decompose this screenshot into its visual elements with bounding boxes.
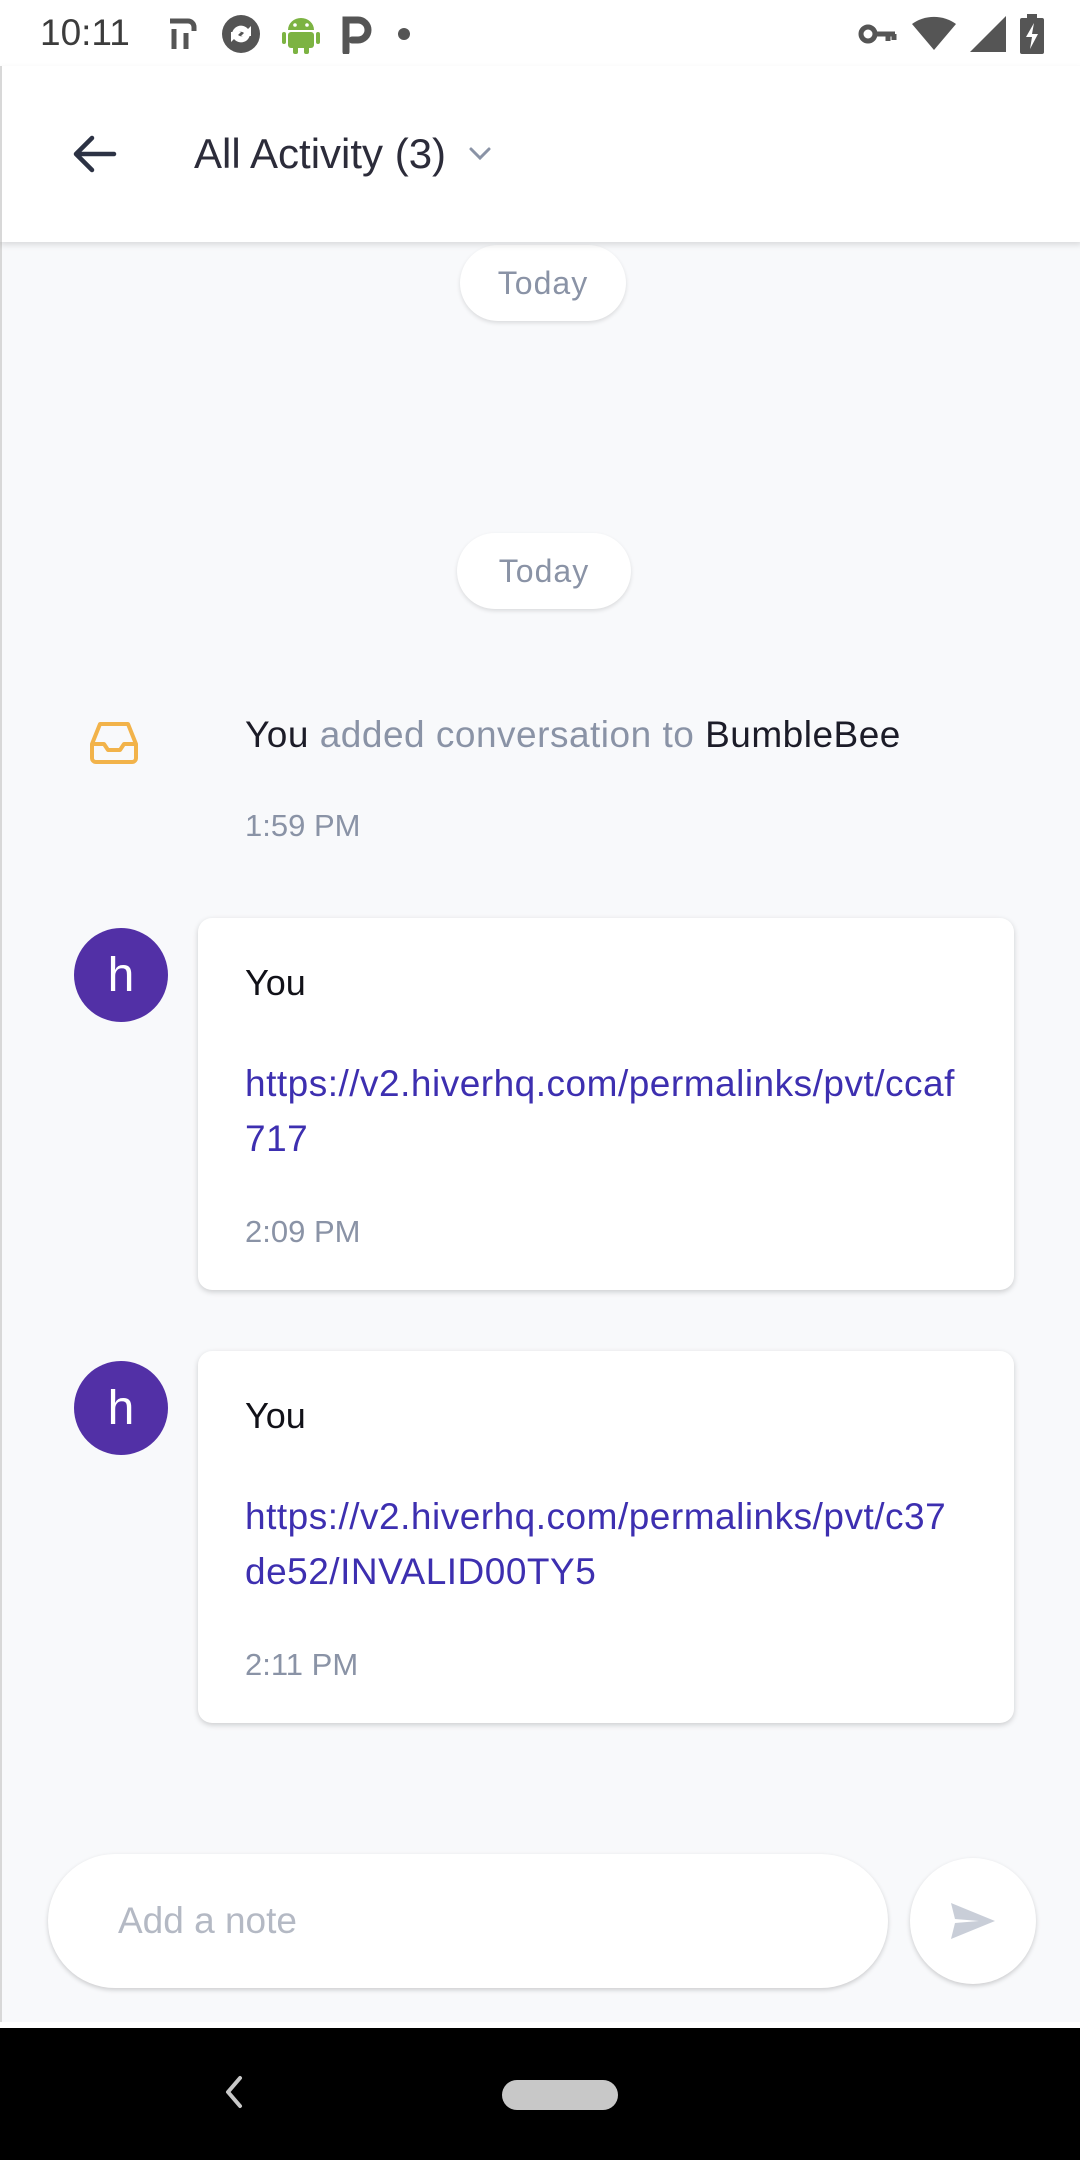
send-icon [951, 1903, 995, 1939]
activity-description: You added conversation to BumbleBee [245, 714, 901, 756]
date-separator: Today [460, 245, 626, 321]
chevron-down-icon [469, 147, 491, 161]
activity-target: BumbleBee [705, 714, 901, 755]
nav-back-icon[interactable] [222, 2074, 246, 2110]
note-card: You https://v2.hiverhq.com/permalinks/pv… [198, 1351, 1014, 1723]
activity-timeline[interactable]: Today Today You added conversation to Bu… [0, 242, 1080, 2022]
app-bar: All Activity (3) [0, 66, 1080, 242]
activity-item: You added conversation to BumbleBee 1:59… [2, 690, 1080, 850]
system-nav-bar [0, 2028, 1080, 2160]
page-title: All Activity (3) [194, 130, 447, 177]
sync-icon [222, 15, 260, 53]
status-icons-right [858, 12, 1044, 56]
parking-icon [342, 16, 372, 54]
back-button[interactable] [58, 118, 130, 190]
dot-icon [398, 28, 410, 40]
note-card: You https://v2.hiverhq.com/permalinks/pv… [198, 918, 1014, 1290]
note-permalink[interactable]: https://v2.hiverhq.com/permalinks/pvt/cc… [245, 1056, 965, 1166]
nav-home-pill[interactable] [502, 2080, 618, 2110]
send-button[interactable] [910, 1858, 1036, 1984]
note-author: You [245, 1395, 306, 1436]
inbox-icon [90, 722, 138, 764]
note-author: You [245, 962, 306, 1003]
status-time: 10:11 [40, 12, 130, 53]
android-icon [282, 18, 320, 54]
fork-icon [170, 18, 197, 49]
activity-filter-dropdown[interactable]: All Activity (3) [194, 130, 492, 178]
wifi-icon [912, 16, 956, 51]
vpn-key-icon [858, 24, 897, 44]
status-bar: 10:11 [0, 0, 1080, 66]
avatar: h [74, 928, 168, 1022]
note-composer [0, 1830, 1080, 2022]
add-note-input[interactable] [48, 1854, 888, 1988]
activity-actor: You [245, 714, 309, 755]
signal-icon [970, 16, 1006, 52]
note-timestamp: 2:11 PM [245, 1647, 359, 1682]
note-timestamp: 2:09 PM [245, 1214, 361, 1249]
activity-timestamp: 1:59 PM [245, 808, 361, 843]
avatar: h [74, 1361, 168, 1455]
battery-charging-icon [1020, 14, 1044, 54]
activity-action: added conversation to [308, 714, 706, 755]
note-permalink[interactable]: https://v2.hiverhq.com/permalinks/pvt/c3… [245, 1489, 965, 1599]
status-icons-left [166, 12, 414, 56]
arrow-back-icon [73, 135, 117, 173]
date-separator: Today [457, 533, 631, 609]
